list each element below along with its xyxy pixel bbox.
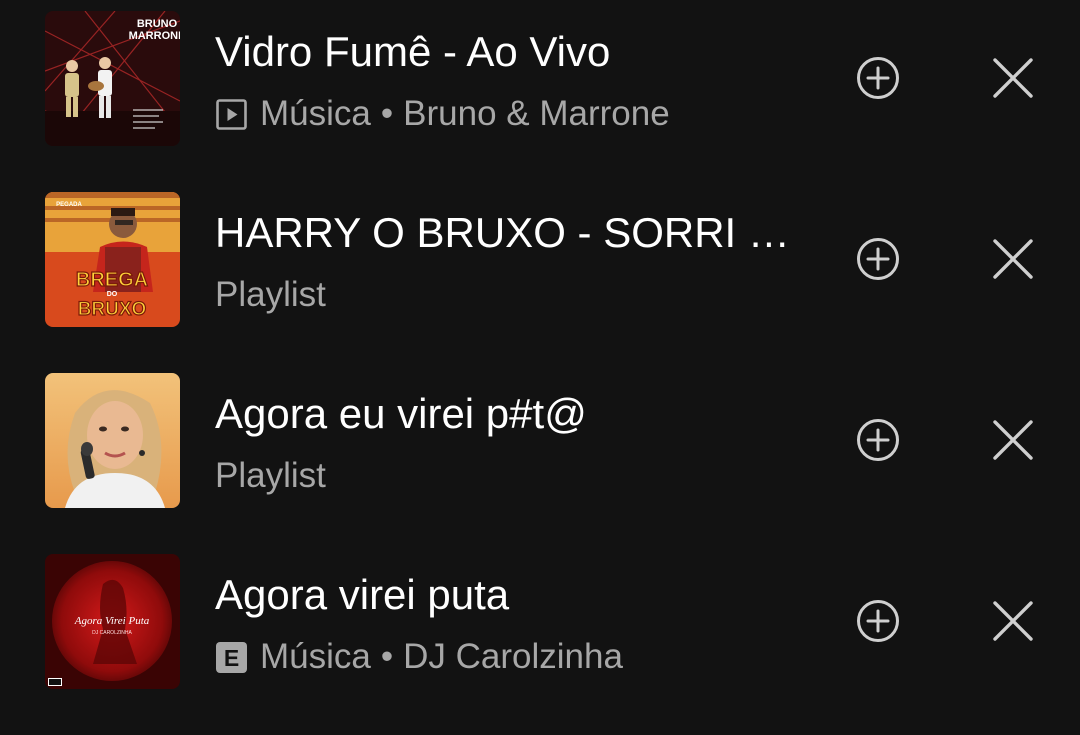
svg-text:BRUXO: BRUXO: [78, 299, 147, 320]
add-circle-icon: [857, 238, 899, 280]
close-icon: [993, 420, 1033, 460]
add-to-playlist-button[interactable]: [852, 52, 904, 104]
item-title: Agora virei puta: [215, 571, 510, 618]
svg-text:BRUNO: BRUNO: [137, 18, 178, 30]
item-subtitle: Música • Bruno & Marrone: [215, 92, 670, 136]
item-title: Agora eu virei p#t@: [215, 390, 587, 437]
remove-item-button[interactable]: [987, 595, 1039, 647]
item-title: HARRY O BRUXO - SORRI S...: [215, 209, 800, 256]
add-to-playlist-button[interactable]: [852, 595, 904, 647]
remove-item-button[interactable]: [987, 414, 1039, 466]
list-item[interactable]: Agora Virei Puta DJ CAROLZINHA Agora vir…: [0, 531, 1080, 712]
svg-text:BREGA: BREGA: [76, 269, 148, 291]
item-type: Playlist: [215, 456, 326, 495]
item-subtitle: Playlist: [215, 454, 326, 498]
add-to-playlist-button[interactable]: [852, 414, 904, 466]
item-title: Vidro Fumê - Ao Vivo: [215, 28, 611, 75]
item-subtitle: Playlist: [215, 273, 326, 317]
playlist-cover-image: [45, 373, 180, 508]
close-icon: [993, 58, 1033, 98]
video-badge-icon: [215, 98, 248, 131]
explicit-badge-icon: E: [215, 641, 248, 674]
item-artist: DJ Carolzinha: [403, 637, 623, 676]
item-type: Música: [260, 637, 371, 676]
svg-text:DO: DO: [107, 291, 118, 298]
add-circle-icon: [857, 600, 899, 642]
svg-text:PEGADA: PEGADA: [56, 202, 82, 208]
close-icon: [993, 601, 1033, 641]
meta-separator: •: [380, 94, 394, 133]
list-item[interactable]: Agora eu virei p#t@ Playlist: [0, 350, 1080, 531]
item-subtitle: E Música • DJ Carolzinha: [215, 635, 623, 679]
list-item[interactable]: BRUNO MARRONE Vidro Fumê - Ao Vivo Músic…: [0, 0, 1080, 169]
playlist-cover-image: PEGADA BREGA DO BRUXO: [45, 192, 180, 327]
meta-separator: •: [380, 637, 394, 676]
list-item[interactable]: PEGADA BREGA DO BRUXO HARRY O BRUXO - SO…: [0, 169, 1080, 350]
item-type: Música: [260, 94, 371, 133]
remove-item-button[interactable]: [987, 233, 1039, 285]
add-circle-icon: [857, 419, 899, 461]
add-circle-icon: [857, 57, 899, 99]
svg-text:Agora Virei Puta: Agora Virei Puta: [74, 615, 150, 627]
album-cover-image: BRUNO MARRONE: [45, 11, 180, 146]
album-cover-image: Agora Virei Puta DJ CAROLZINHA: [45, 554, 180, 689]
svg-text:MARRONE: MARRONE: [129, 30, 180, 42]
svg-text:DJ CAROLZINHA: DJ CAROLZINHA: [92, 630, 132, 636]
item-type: Playlist: [215, 275, 326, 314]
add-to-playlist-button[interactable]: [852, 233, 904, 285]
svg-text:E: E: [224, 645, 239, 671]
item-artist: Bruno & Marrone: [403, 94, 670, 133]
remove-item-button[interactable]: [987, 52, 1039, 104]
close-icon: [993, 239, 1033, 279]
